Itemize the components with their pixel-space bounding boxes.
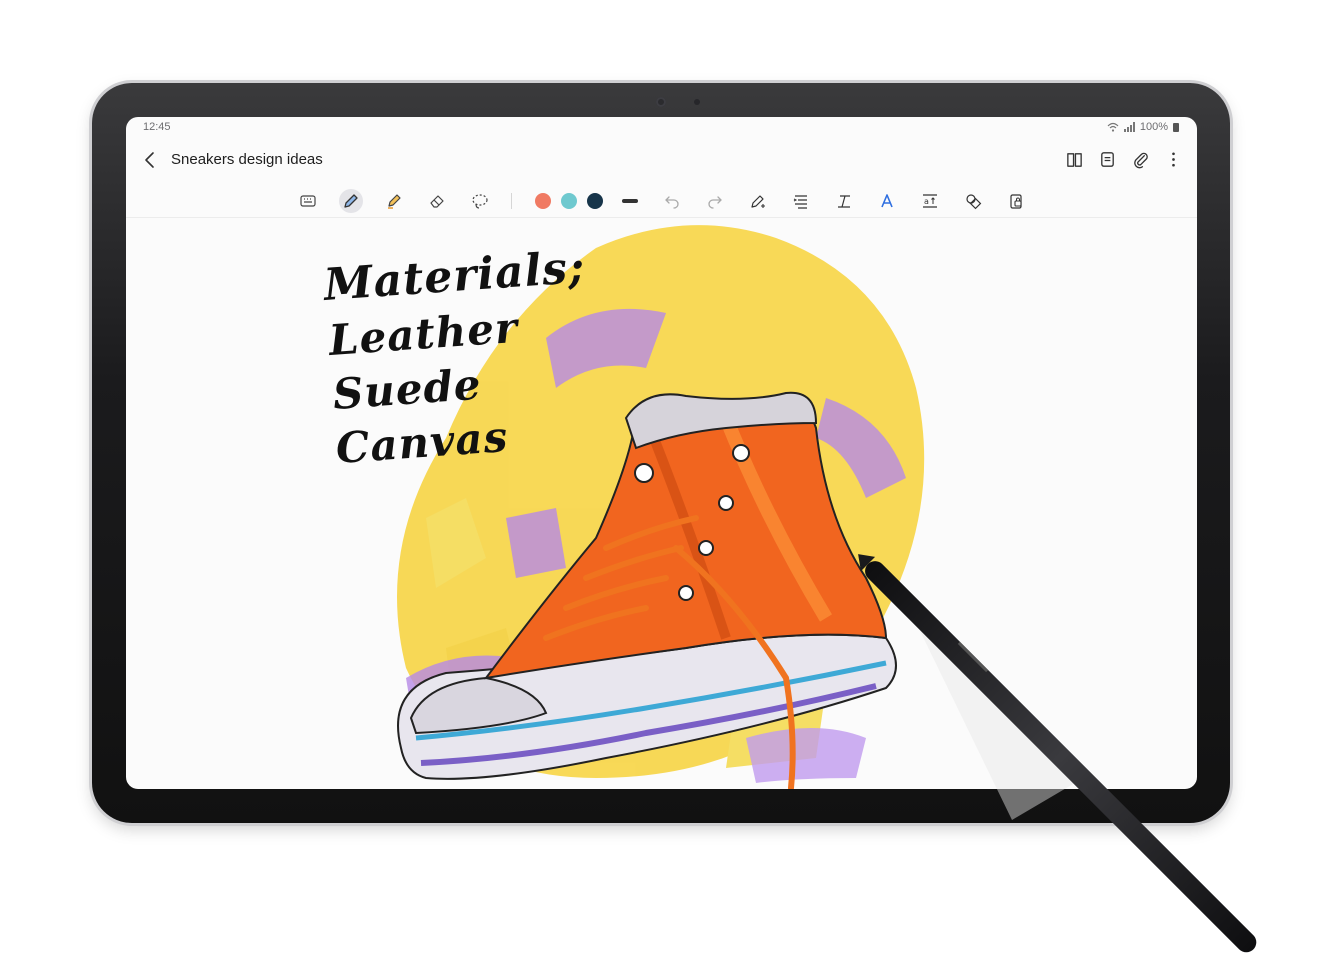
color-swatch-teal[interactable] (561, 193, 577, 209)
app-bar: Sneakers design ideas (126, 143, 1197, 179)
color-swatch-navy[interactable] (587, 193, 603, 209)
battery-icon (1173, 122, 1179, 132)
drawing-toolbar: a (126, 185, 1197, 218)
svg-text:a: a (924, 197, 929, 206)
ai-text-icon[interactable] (875, 189, 899, 213)
text-style-icon[interactable] (832, 189, 856, 213)
toolbar-separator (511, 193, 512, 209)
note-title: Sneakers design ideas (171, 151, 323, 168)
text-align-icon[interactable] (789, 189, 813, 213)
shapes-icon[interactable] (961, 189, 985, 213)
battery-percent: 100% (1139, 121, 1168, 133)
status-bar: 12:45 100% (126, 117, 1197, 139)
highlighter-icon[interactable] (382, 189, 406, 213)
app-bar-actions (1065, 150, 1183, 169)
note-canvas[interactable]: Materials; Leather Suede Canvas (126, 218, 1197, 789)
stroke-width-icon[interactable] (618, 189, 642, 213)
tablet-screen: 12:45 100% Sneakers design ideas a Mater… (126, 117, 1197, 789)
handwriting-line-3: Suede (331, 359, 484, 419)
wifi-icon (1107, 122, 1119, 132)
keyboard-icon[interactable] (296, 189, 320, 213)
status-indicators: 100% (1107, 121, 1179, 133)
status-time: 12:45 (143, 121, 171, 133)
book-view-icon[interactable] (1065, 150, 1084, 169)
page-icon[interactable] (1098, 150, 1117, 169)
front-camera (656, 97, 666, 107)
sneaker-illustration (397, 225, 925, 789)
product-shot: 12:45 100% Sneakers design ideas a Mater… (0, 0, 1323, 972)
lock-icon[interactable] (1004, 189, 1028, 213)
signal-icon (1123, 122, 1135, 132)
eraser-icon[interactable] (425, 189, 449, 213)
color-swatch-coral[interactable] (535, 193, 551, 209)
redo-icon[interactable] (703, 189, 727, 213)
attach-icon[interactable] (1131, 150, 1150, 169)
back-icon[interactable] (140, 149, 162, 171)
pen-icon[interactable] (339, 189, 363, 213)
text-box-icon[interactable]: a (918, 189, 942, 213)
undo-icon[interactable] (660, 189, 684, 213)
lasso-icon[interactable] (468, 189, 492, 213)
light-sensor (694, 99, 700, 105)
pen-settings-icon[interactable] (746, 189, 770, 213)
more-icon[interactable] (1164, 150, 1183, 169)
